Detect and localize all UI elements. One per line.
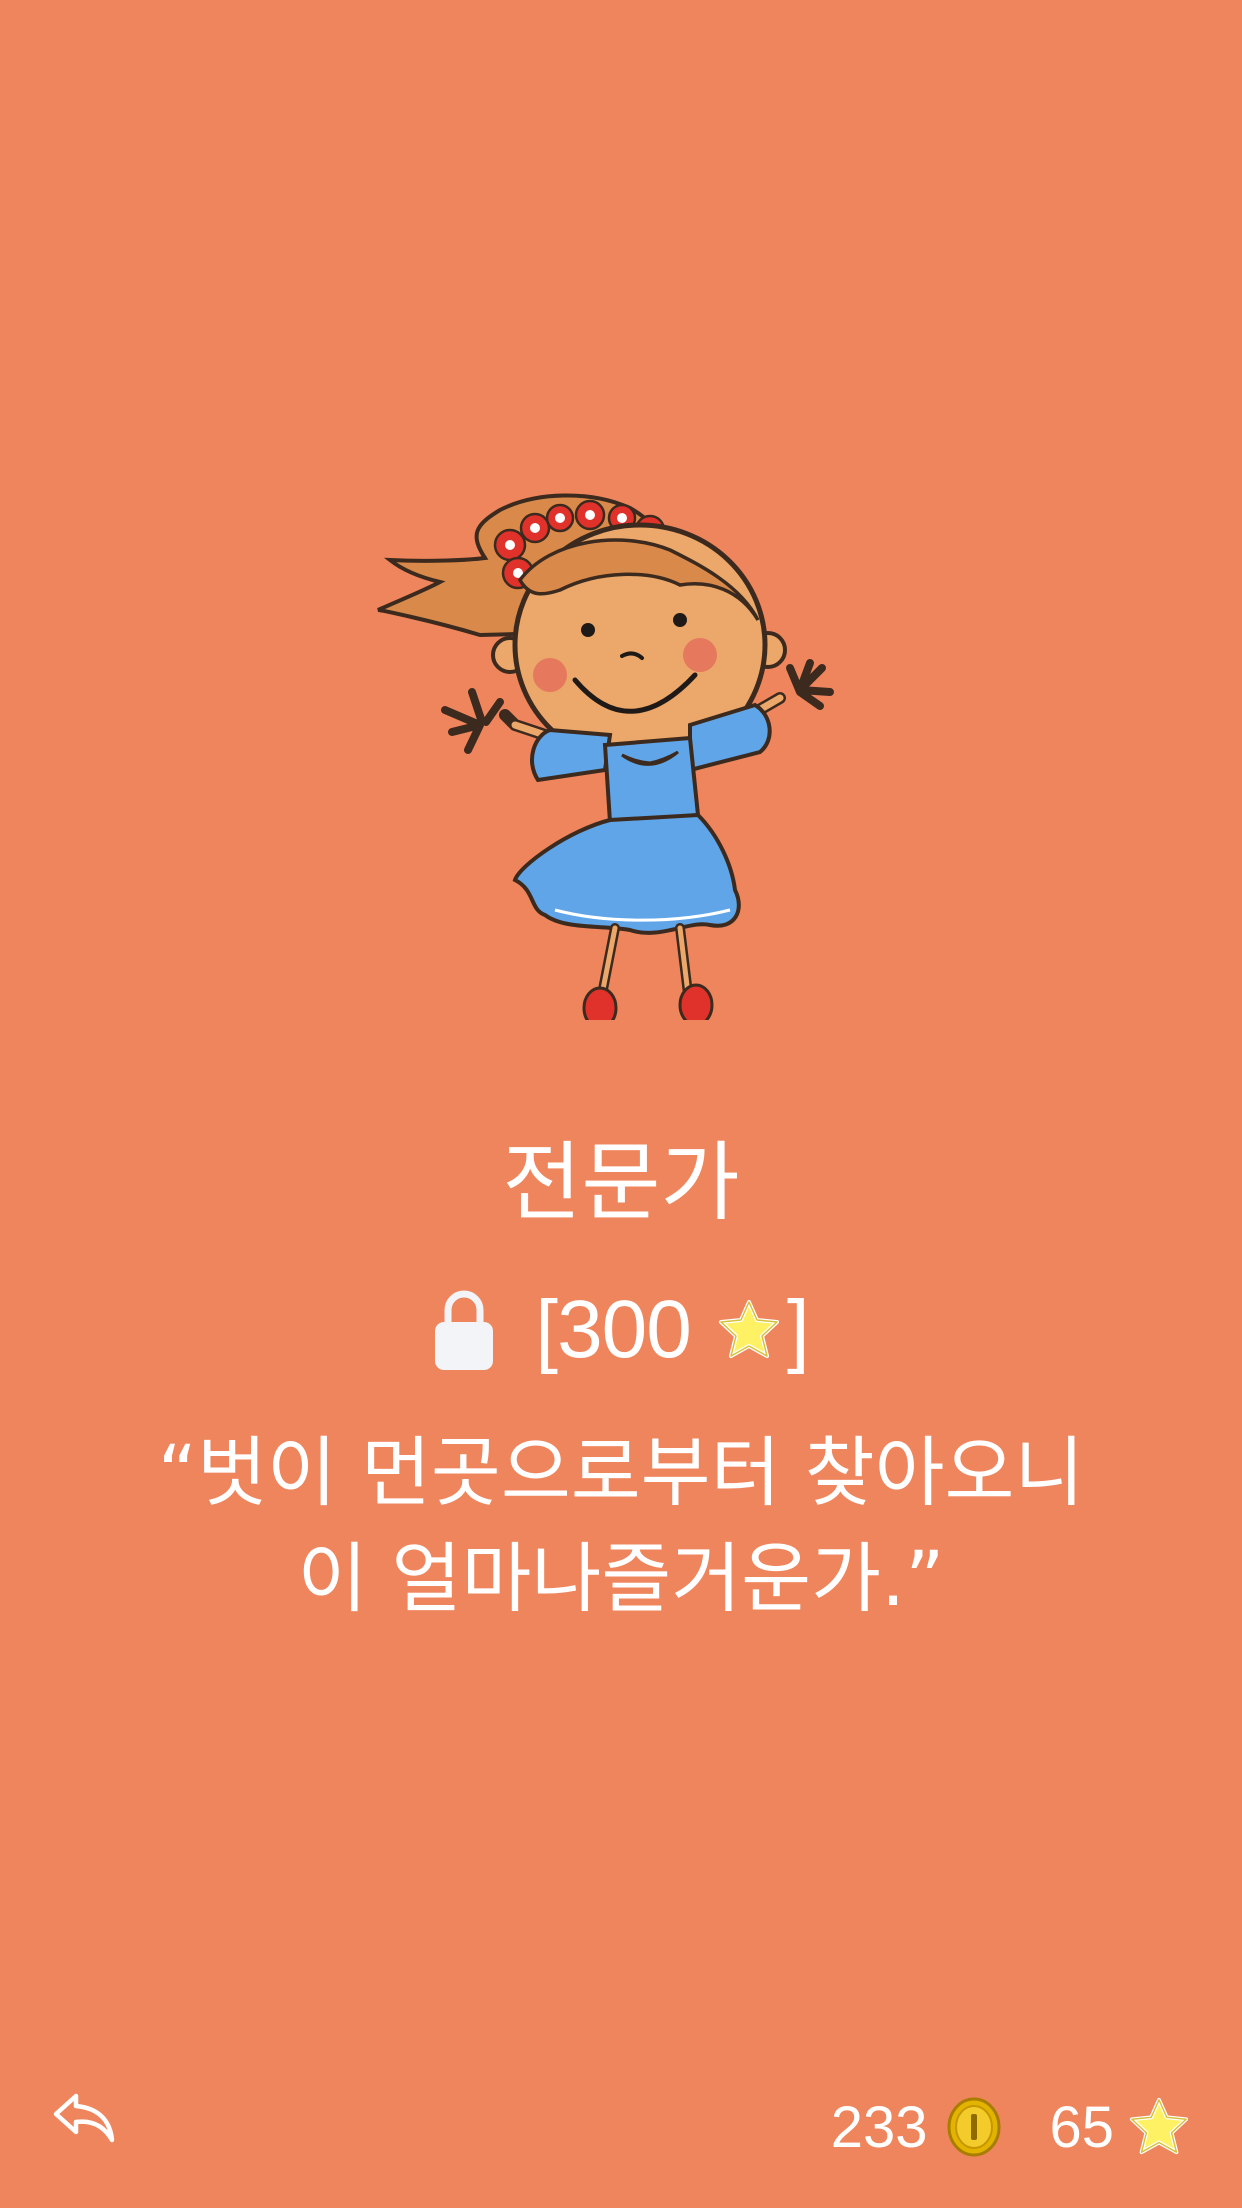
star-icon (718, 1300, 779, 1358)
coin-count: 233 (830, 2094, 928, 2160)
close-bracket: ] (786, 1284, 810, 1375)
girl-character-illustration (377, 493, 834, 1020)
quote-line-2: 이 얼마나즐거운가.” (297, 1534, 945, 1623)
currency-stats: 233 65 (831, 2092, 1190, 2162)
unlock-cost-label: [ 300 ] (535, 1283, 810, 1377)
level-detail-screen: 전문가 [ 300 ] “벗이 먼곳으로부터 찾아오니 이 얼마나즐거운가.” … (0, 0, 1242, 2208)
reply-arrow-icon[interactable] (52, 2090, 116, 2146)
star-count: 65 (1049, 2094, 1114, 2160)
unlock-cost-value: 300 (557, 1284, 692, 1375)
rank-title: 전문가 (502, 1133, 740, 1233)
coin-icon (947, 2097, 1001, 2157)
open-bracket: [ (535, 1284, 558, 1375)
quote-line-1: “벗이 먼곳으로부터 찾아오니 (157, 1428, 1085, 1517)
quote-text: “벗이 먼곳으로부터 찾아오니 이 얼마나즐거운가.” (60, 1420, 1182, 1632)
lock-icon (435, 1290, 494, 1370)
unlock-cost[interactable]: [ 300 ] (0, 1275, 1242, 1385)
star-icon (1129, 2097, 1189, 2155)
